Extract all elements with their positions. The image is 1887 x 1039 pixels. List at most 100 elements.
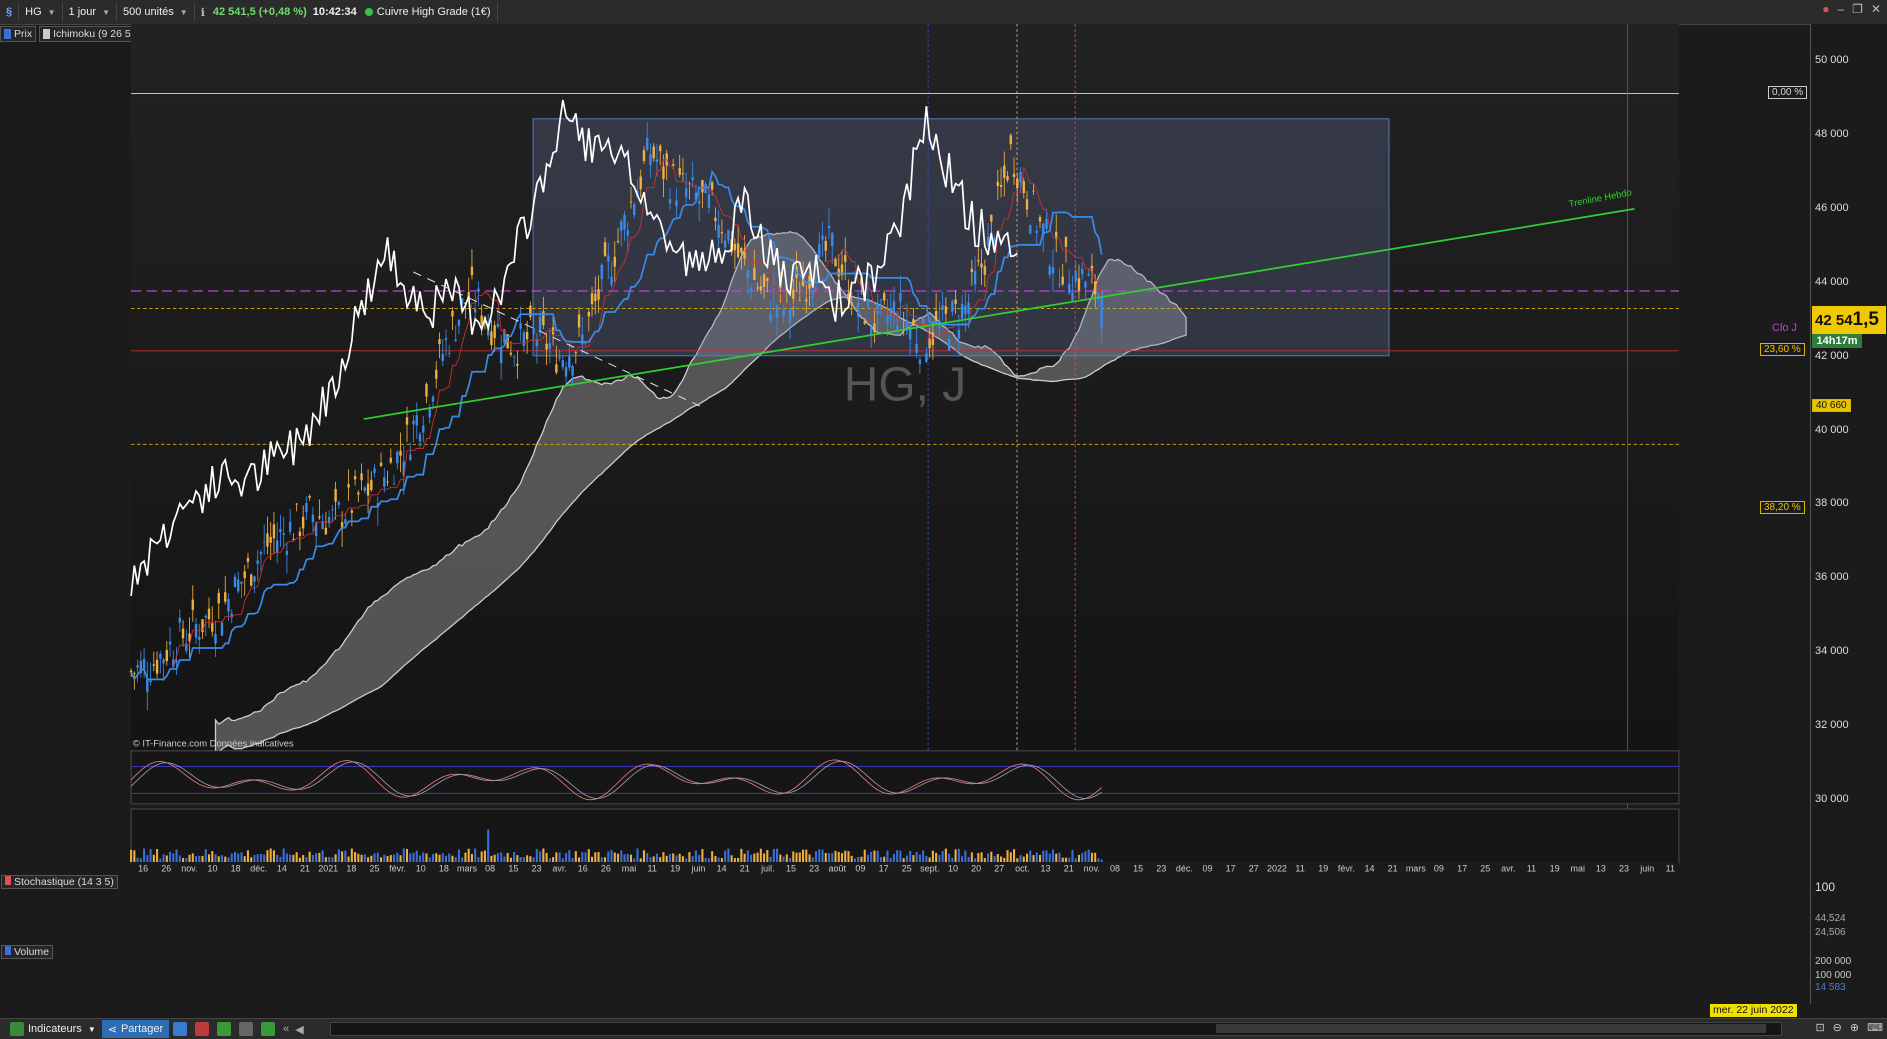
price-axis[interactable]: 50 000 48 000 46 000 44 000 42 000 40 000 38 0… [1810, 24, 1887, 1004]
candle-body [934, 311, 938, 321]
date-cursor: mer. 22 juin 2022 [1710, 1004, 1797, 1017]
volume-bar [269, 848, 272, 863]
scrollbar-thumb[interactable] [1216, 1024, 1766, 1033]
symbol-selector[interactable]: HG ▼ [19, 2, 63, 22]
list-icon[interactable] [195, 1022, 210, 1036]
candle-body [555, 364, 558, 373]
chart-scrollbar[interactable] [330, 1022, 1782, 1036]
price-chart[interactable]: Trenline Hebdo HG, J © IT-Finance.com Do… [0, 24, 1810, 874]
candle-body [629, 201, 633, 203]
table-icon[interactable] [217, 1022, 232, 1036]
info-icon[interactable]: ℹ [201, 6, 205, 19]
x-tick-label: 09 [1203, 863, 1213, 873]
candle-body [756, 287, 759, 289]
volume-tick-label: 14 583 [1815, 982, 1846, 993]
candle-body [584, 342, 587, 344]
candle-body [285, 551, 289, 555]
volume-bar [285, 853, 288, 863]
candle-body [292, 539, 295, 540]
keyboard-icon[interactable]: ⌨ [1867, 1021, 1883, 1034]
chart-icon[interactable] [239, 1022, 254, 1036]
volume-bar [996, 853, 999, 863]
volume-bar [467, 848, 470, 863]
volume-bar [130, 849, 133, 863]
volume-bar [863, 849, 866, 863]
volume-bar [1077, 854, 1080, 863]
close-icon[interactable]: ✕ [1871, 2, 1881, 16]
volume-bar [805, 849, 808, 863]
volume-bar [334, 854, 337, 863]
candle-body [980, 263, 983, 268]
volume-bar [490, 855, 493, 863]
volume-bar [834, 850, 837, 863]
alert-icon[interactable]: ● [1822, 2, 1829, 16]
volume-bar [195, 855, 198, 863]
volume-bar [324, 857, 327, 863]
x-tick-label: 08 [485, 863, 495, 873]
stochastic-label-text: Stochastique (14 3 5) [14, 876, 114, 888]
period-selector[interactable]: 1 jour ▼ [63, 2, 117, 22]
volume-bar [883, 856, 886, 863]
candle-body [1071, 292, 1074, 301]
volume-bar [1058, 852, 1061, 863]
restore-icon[interactable]: ❐ [1852, 2, 1863, 16]
chevron-down-icon: ▼ [47, 7, 56, 17]
volume-bar [1045, 850, 1048, 863]
candle-body [983, 266, 987, 275]
volume-bar [717, 857, 720, 863]
candle-body [386, 481, 389, 483]
zoom-out-icon[interactable]: ⊖ [1833, 1021, 1842, 1034]
scroll-left-icon[interactable]: ◀ [295, 1023, 303, 1036]
volume-bar [896, 850, 899, 863]
zoom-fit-icon[interactable]: ⊡ [1815, 1021, 1824, 1034]
volume-bar [597, 852, 600, 863]
candle-body [493, 325, 496, 339]
units-selector[interactable]: 500 unités ▼ [117, 2, 195, 22]
volume-bar [912, 855, 915, 863]
x-tick-label: 21 [1388, 863, 1398, 873]
candle-body [723, 240, 727, 248]
volume-bar [483, 850, 486, 863]
candle-body [1048, 266, 1051, 275]
x-tick-label: mai [622, 863, 636, 873]
stochastic-label[interactable]: Stochastique (14 3 5) [1, 875, 118, 889]
minimize-icon[interactable]: – [1837, 2, 1844, 16]
collapse-icon[interactable]: « [283, 1023, 289, 1035]
indicators-button[interactable]: Indicateurs ▼ [0, 1020, 102, 1038]
candle-body [811, 289, 814, 298]
volume-bar [415, 850, 418, 863]
candle-body [600, 264, 603, 280]
volume-bar [272, 850, 275, 863]
candle-body [522, 332, 526, 347]
volume-bar [1000, 856, 1003, 863]
volume-bar [133, 850, 136, 863]
tools-icon[interactable] [261, 1022, 276, 1036]
candle-body [1035, 230, 1038, 234]
logo-icon: § [0, 2, 20, 22]
volume-bar [519, 856, 522, 863]
volume-bar [253, 855, 256, 863]
volume-bar [165, 855, 168, 863]
volume-bar [233, 851, 237, 863]
volume-label[interactable]: Volume [1, 945, 54, 959]
y-tick-label: 44 000 [1815, 275, 1849, 288]
zoom-in-icon[interactable]: ⊕ [1850, 1021, 1859, 1034]
volume-bar [308, 851, 311, 863]
candle-body [178, 617, 181, 623]
volume-bar [143, 848, 146, 863]
candle-body [857, 302, 860, 317]
volume-bar [289, 854, 292, 863]
volume-bar [214, 854, 217, 863]
volume-bar [610, 849, 613, 863]
volume-bar [639, 858, 642, 863]
x-tick-label: mai [1571, 863, 1585, 873]
window-icon[interactable] [173, 1022, 188, 1036]
candle-body [561, 360, 565, 368]
x-tick-label: 15 [1133, 863, 1143, 873]
candle-body [597, 289, 600, 300]
x-tick-label: oct. [1015, 863, 1029, 873]
share-button[interactable]: ⋖ Partager [101, 1020, 170, 1038]
volume-bar [136, 857, 139, 863]
volume-bar [561, 858, 564, 863]
candle-body [532, 328, 535, 334]
